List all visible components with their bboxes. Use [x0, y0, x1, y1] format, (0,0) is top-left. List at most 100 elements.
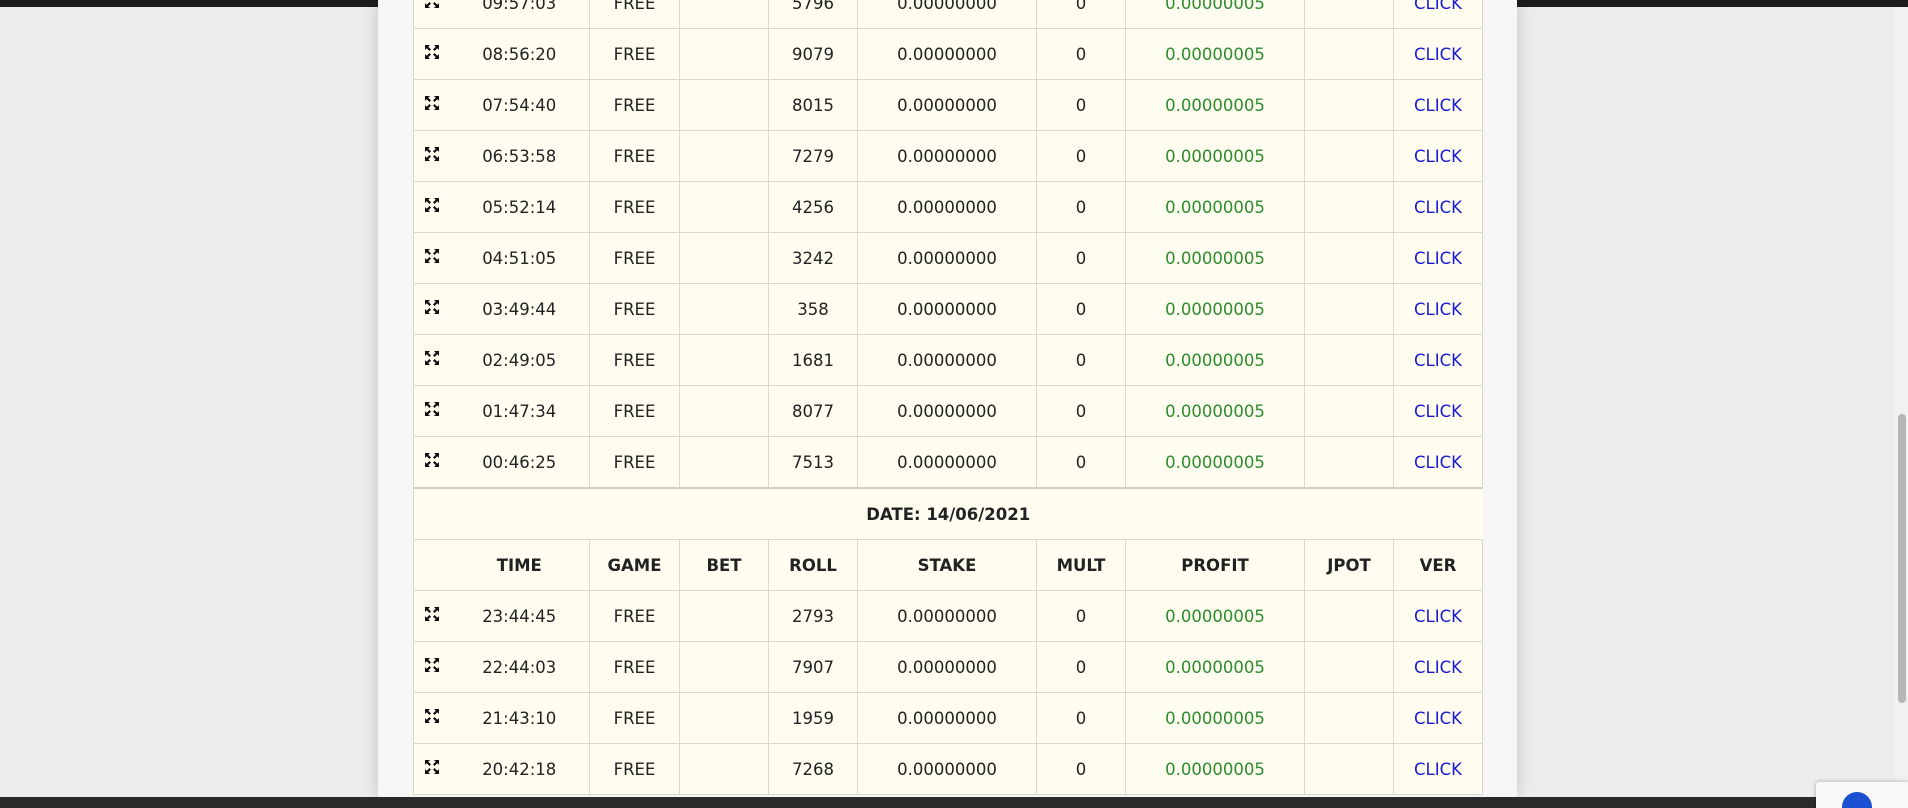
- row-icon-cell[interactable]: [413, 0, 450, 29]
- cell-mult: 0: [1036, 385, 1126, 437]
- verify-link[interactable]: CLICK: [1414, 760, 1462, 779]
- cell-time: 22:44:03: [449, 641, 590, 693]
- header-icon: [413, 539, 450, 591]
- cell-mult: 0: [1036, 28, 1126, 80]
- cell-profit: 0.00000005: [1125, 692, 1305, 744]
- header-jpot: JPOT: [1304, 539, 1394, 591]
- expand-arrows-icon[interactable]: [424, 0, 440, 9]
- row-icon-cell[interactable]: [413, 130, 450, 182]
- verify-link[interactable]: CLICK: [1414, 45, 1462, 64]
- cell-stake: 0.00000000: [857, 334, 1037, 386]
- expand-arrows-icon[interactable]: [424, 95, 440, 111]
- verify-link[interactable]: CLICK: [1414, 0, 1462, 13]
- cell-bet: [679, 130, 769, 182]
- cell-mult: 0: [1036, 334, 1126, 386]
- expand-arrows-icon[interactable]: [424, 401, 440, 417]
- cell-game: FREE: [589, 28, 680, 80]
- row-icon-cell[interactable]: [413, 692, 450, 744]
- row-icon-cell[interactable]: [413, 283, 450, 335]
- cell-jpot: [1304, 79, 1394, 131]
- row-icon-cell[interactable]: [413, 743, 450, 795]
- expand-arrows-icon[interactable]: [424, 197, 440, 213]
- row-icon-cell[interactable]: [413, 436, 450, 489]
- cell-stake: 0.00000000: [857, 232, 1037, 284]
- cell-time: 04:51:05: [449, 232, 590, 284]
- cell-profit: 0.00000005: [1125, 130, 1305, 182]
- row-icon-cell[interactable]: [413, 28, 450, 80]
- cell-time: 05:52:14: [449, 181, 590, 233]
- cell-bet: [679, 743, 769, 795]
- row-icon-cell[interactable]: [413, 385, 450, 437]
- bets-history-table-wrap: 09:57:03 FREE 5796 0.00000000 0 0.00000005 CLI…: [413, 0, 1483, 795]
- verify-link[interactable]: CLICK: [1414, 249, 1462, 268]
- expand-arrows-icon[interactable]: [424, 299, 440, 315]
- cell-jpot: [1304, 692, 1394, 744]
- cell-stake: 0.00000000: [857, 181, 1037, 233]
- expand-arrows-icon[interactable]: [424, 708, 440, 724]
- cell-profit: 0.00000005: [1125, 0, 1305, 29]
- cell-game: FREE: [589, 232, 680, 284]
- cell-game: FREE: [589, 436, 680, 489]
- expand-arrows-icon[interactable]: [424, 248, 440, 264]
- row-icon-cell[interactable]: [413, 641, 450, 693]
- expand-arrows-icon[interactable]: [424, 606, 440, 622]
- cell-profit: 0.00000005: [1125, 28, 1305, 80]
- cell-game: FREE: [589, 743, 680, 795]
- verify-link[interactable]: CLICK: [1414, 658, 1462, 677]
- cell-jpot: [1304, 28, 1394, 80]
- table-row: 09:57:03 FREE 5796 0.00000000 0 0.00000005 CLI…: [413, 0, 1483, 29]
- expand-arrows-icon[interactable]: [424, 657, 440, 673]
- cell-game: FREE: [589, 283, 680, 335]
- recaptcha-icon: [1842, 792, 1872, 808]
- cell-bet: [679, 0, 769, 29]
- cell-jpot: [1304, 436, 1394, 489]
- cell-stake: 0.00000000: [857, 743, 1037, 795]
- verify-link[interactable]: CLICK: [1414, 300, 1462, 319]
- table-row: 05:52:14 FREE 4256 0.00000000 0 0.00000005 CLI…: [413, 181, 1483, 233]
- expand-arrows-icon[interactable]: [424, 350, 440, 366]
- cell-mult: 0: [1036, 692, 1126, 744]
- cell-game: FREE: [589, 692, 680, 744]
- verify-link[interactable]: CLICK: [1414, 351, 1462, 370]
- cell-game: FREE: [589, 641, 680, 693]
- table-row: 01:47:34 FREE 8077 0.00000000 0 0.00000005 CLI…: [413, 385, 1483, 437]
- cell-roll: 3242: [768, 232, 858, 284]
- row-icon-cell[interactable]: [413, 181, 450, 233]
- table-row: 07:54:40 FREE 8015 0.00000000 0 0.00000005 CLI…: [413, 79, 1483, 131]
- expand-arrows-icon[interactable]: [424, 452, 440, 468]
- table-row: 04:51:05 FREE 3242 0.00000000 0 0.00000005 CLI…: [413, 232, 1483, 284]
- cell-verify: CLICK: [1393, 79, 1483, 131]
- verify-link[interactable]: CLICK: [1414, 709, 1462, 728]
- cell-game: FREE: [589, 385, 680, 437]
- cell-roll: 7513: [768, 436, 858, 489]
- cell-stake: 0.00000000: [857, 79, 1037, 131]
- cell-stake: 0.00000000: [857, 590, 1037, 642]
- row-icon-cell[interactable]: [413, 334, 450, 386]
- cell-game: FREE: [589, 334, 680, 386]
- cell-verify: CLICK: [1393, 130, 1483, 182]
- verify-link[interactable]: CLICK: [1414, 147, 1462, 166]
- verify-link[interactable]: CLICK: [1414, 198, 1462, 217]
- cell-time: 21:43:10: [449, 692, 590, 744]
- row-icon-cell[interactable]: [413, 232, 450, 284]
- cell-roll: 358: [768, 283, 858, 335]
- verify-link[interactable]: CLICK: [1414, 96, 1462, 115]
- cell-profit: 0.00000005: [1125, 181, 1305, 233]
- verify-link[interactable]: CLICK: [1414, 607, 1462, 626]
- table-row: 22:44:03 FREE 7907 0.00000000 0 0.00000005 CLI…: [413, 641, 1483, 693]
- cell-game: FREE: [589, 590, 680, 642]
- expand-arrows-icon[interactable]: [424, 146, 440, 162]
- cell-profit: 0.00000005: [1125, 283, 1305, 335]
- row-icon-cell[interactable]: [413, 79, 450, 131]
- cell-verify: CLICK: [1393, 283, 1483, 335]
- cell-bet: [679, 692, 769, 744]
- scrollbar-thumb[interactable]: [1898, 414, 1906, 703]
- row-icon-cell[interactable]: [413, 590, 450, 642]
- cell-mult: 0: [1036, 436, 1126, 489]
- recaptcha-badge[interactable]: [1816, 782, 1908, 808]
- expand-arrows-icon[interactable]: [424, 44, 440, 60]
- cell-time: 23:44:45: [449, 590, 590, 642]
- verify-link[interactable]: CLICK: [1414, 453, 1462, 472]
- expand-arrows-icon[interactable]: [424, 759, 440, 775]
- verify-link[interactable]: CLICK: [1414, 402, 1462, 421]
